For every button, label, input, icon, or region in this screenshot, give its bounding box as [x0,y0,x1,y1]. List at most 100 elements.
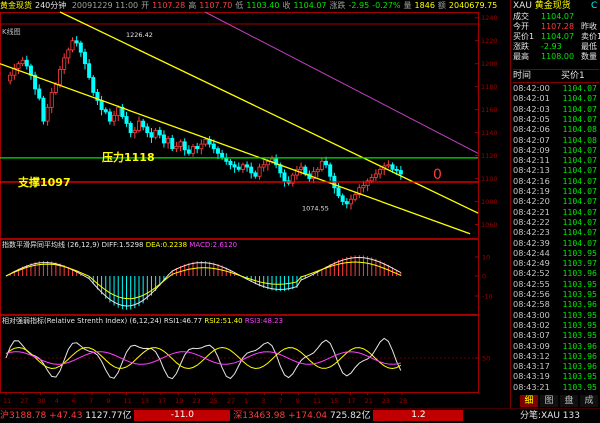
x-tick-label: 13 [141,397,149,405]
quote-field-row: 成交 1104.07 [513,12,600,22]
axis-labels: 1240122012001180116011401120110010801060… [3,14,498,405]
candle-body [299,166,304,170]
candle-body [191,145,196,154]
tick-time: 08:42:52 [513,268,550,279]
tick-row[interactable]: 08:42:22 1104.07 [513,217,599,227]
tick-row[interactable]: 08:42:55 1103.95 [513,279,599,289]
x-tick-label: 3 [261,397,265,405]
candle-body [103,109,108,113]
y-tick-label: 1220 [481,37,498,45]
tick-price: 1103.95 [562,330,597,341]
macd-params: (26,12,9) [67,241,100,249]
quote-field-row: 涨跌 -2.93 最低 [513,42,600,52]
tick-time: 08:43:07 [513,330,550,341]
tick-time: 08:42:56 [513,289,550,299]
tick-time: 08:43:19 [513,371,550,382]
feed-label[interactable]: 分笔:XAU 133 [520,409,580,423]
candle-body [336,187,341,197]
tick-row[interactable]: 08:43:17 1103.96 [513,361,599,371]
tick-row[interactable]: 08:42:58 1103.96 [513,299,599,309]
tick-row[interactable]: 08:42:05 1104.07 [513,114,599,124]
x-tick-label: 4 [55,397,59,405]
tick-row[interactable]: 08:42:11 1104.07 [513,155,599,165]
x-tick-label: 23 [382,397,390,405]
x-tick-label: 7 [89,397,93,405]
quote-name: 黄金现货 [534,1,571,11]
tick-row[interactable]: 08:42:49 1103.97 [513,258,599,268]
tick-price: 1103.96 [562,350,597,361]
tick-row[interactable]: 08:43:21 1103.95 [513,382,599,392]
main-pane-header: K线图 [2,28,21,36]
panel-tab[interactable]: 图 [540,395,558,407]
tick-time: 08:42:09 [513,144,550,155]
tick-time: 08:43:02 [513,319,550,330]
field-value: 1104.07 [541,32,575,41]
panel-tab[interactable]: 成 [580,395,598,407]
pane-border [0,239,479,315]
tick-row[interactable]: 08:42:06 1104.08 [513,124,599,134]
candle-body [112,114,117,122]
rsi-params: (6,12,24) [129,317,162,325]
tick-row[interactable]: 08:42:23 1104.07 [513,227,599,237]
tick-row[interactable]: 08:42:01 1104.07 [513,93,599,103]
candle-body [220,152,225,159]
tick-price: 1104.07 [562,206,597,217]
candle-body [386,164,391,167]
candle-body [149,132,154,138]
quote-field-row: 买价1 1104.07 卖价1 [513,32,600,42]
field-extra: 最低 [581,42,597,51]
panel-tab[interactable]: 细 [520,395,538,407]
candle-body [116,106,121,116]
tick-row[interactable]: 08:42:39 1104.07 [513,238,599,248]
sh-index: 3188.78 [9,411,47,421]
sh-label: 沪 [0,411,10,421]
candle-body [166,137,171,144]
tick-row[interactable]: 08:42:03 1104.07 [513,104,599,114]
tick-price: 1103.95 [562,371,597,382]
field-extra: 昨收 [581,22,597,31]
tick-row[interactable]: 08:43:02 1103.95 [513,320,599,330]
tick-row[interactable]: 08:42:56 1103.95 [513,289,599,299]
tick-row[interactable]: 08:42:16 1104.07 [513,176,599,186]
tick-row[interactable]: 08:42:21 1104.07 [513,207,599,217]
y-tick-label: 1180 [481,83,498,91]
x-tick-label: 17 [158,397,166,405]
tick-row[interactable]: 08:42:00 1104.07 [513,83,599,93]
candle-body [211,143,216,150]
tick-price: 1103.95 [562,278,597,289]
pane-frames [0,12,479,393]
tick-price: 1104.07 [562,186,597,196]
tick-header: 时间 买价1 [513,69,599,83]
candle-body [378,168,383,175]
y-tick-label: 1160 [481,106,498,114]
tick-row[interactable]: 08:43:07 1103.95 [513,330,599,340]
quote-panel: XAU 黄金现货 C 成交 1104.07 今开 1107.28 昨收 买价1 1104.0… [510,0,600,408]
tick-row[interactable]: 08:43:00 1103.95 [513,310,599,320]
chart-canvas[interactable]: 1226.421074.55压力1118支撑1097 0 100-10 50 12… [0,0,510,408]
candle-body [87,63,92,78]
tick-row[interactable]: 08:43:09 1103.96 [513,341,599,351]
tick-row[interactable]: 08:42:44 1103.95 [513,248,599,258]
tick-row[interactable]: 08:42:09 1104.07 [513,145,599,155]
tick-time: 08:42:21 [513,206,550,217]
tick-row[interactable]: 08:42:52 1103.96 [513,268,599,278]
tick-time: 08:42:07 [513,134,550,145]
tick-row[interactable]: 08:42:13 1104.07 [513,165,599,175]
candle-body [153,129,158,138]
tick-time: 08:43:21 [513,381,550,392]
candle-body [161,134,166,144]
rsi-tick-label: 50 [482,355,490,363]
tick-row[interactable]: 08:42:07 1104.08 [513,135,599,145]
tick-row[interactable]: 08:43:12 1103.96 [513,351,599,361]
support-label: 支撑1097 [17,175,71,189]
candle-body [8,74,13,82]
tick-price: 1103.96 [562,361,597,372]
tick-row[interactable]: 08:43:19 1103.95 [513,371,599,381]
panel-tab[interactable]: 盘 [560,395,578,407]
tick-row[interactable]: 08:42:20 1104.07 [513,196,599,206]
x-tick-label: 11 [3,397,11,405]
tick-row[interactable]: 08:42:19 1104.07 [513,186,599,196]
tick-time: 08:42:22 [513,216,550,227]
candle-body [340,195,345,202]
x-tick-label: 23 [192,397,200,405]
